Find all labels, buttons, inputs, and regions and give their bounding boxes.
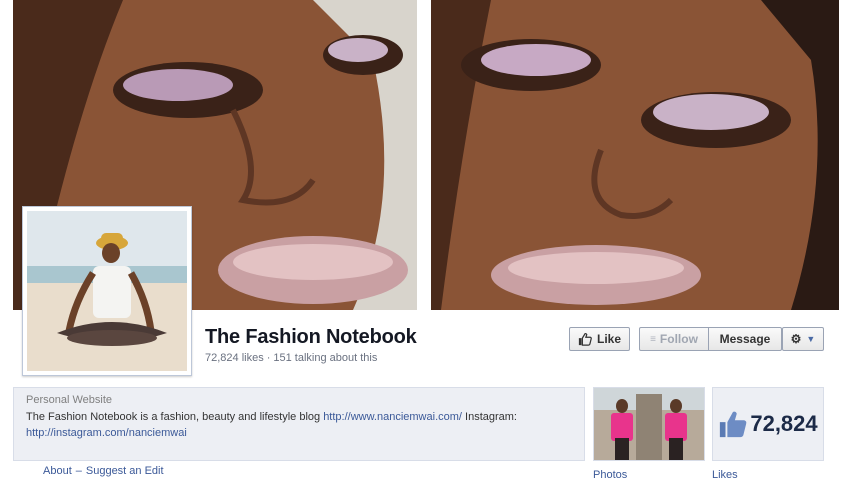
page-title[interactable]: The Fashion Notebook [205, 326, 417, 349]
gear-icon: ⚙ [790, 332, 802, 346]
rss-icon: ≡ [650, 333, 656, 345]
talking-count: 151 talking about this [273, 352, 378, 364]
stats-separator: · [266, 352, 271, 364]
caret-down-icon: ▼ [806, 334, 816, 344]
about-box: Personal Website The Fashion Notebook is… [13, 387, 585, 461]
cover-photo-right [431, 0, 839, 310]
like-button-label: Like [596, 332, 621, 346]
instagram-link[interactable]: http://instagram.com/nanciemwai [26, 427, 187, 439]
like-button[interactable]: Like [569, 327, 630, 351]
follow-button[interactable]: ≡ Follow [639, 327, 709, 351]
likes-count: 72,824 likes [205, 352, 264, 364]
likes-tile-label[interactable]: Likes [712, 469, 738, 481]
photos-tile-label[interactable]: Photos [593, 469, 627, 481]
follow-button-label: Follow [659, 332, 698, 346]
likes-tile[interactable]: 72,824 [712, 387, 824, 461]
website-link[interactable]: http://www.nanciemwai.com/ [323, 411, 462, 423]
message-button[interactable]: Message [709, 327, 782, 351]
about-links: About – Suggest an Edit [43, 465, 164, 477]
page-stats: 72,824 likes · 151 talking about this [205, 352, 377, 364]
about-link[interactable]: About [43, 465, 72, 477]
about-category: Personal Website [26, 394, 113, 406]
about-text-middle: Instagram: [461, 411, 517, 423]
profile-picture[interactable] [22, 206, 192, 376]
thumbs-up-icon [578, 333, 592, 346]
about-description: The Fashion Notebook is a fashion, beaut… [26, 409, 572, 441]
photos-tile[interactable] [593, 387, 705, 461]
thumbs-up-icon [720, 411, 747, 438]
message-button-label: Message [719, 332, 771, 346]
likes-tile-count: 72,824 [750, 411, 818, 436]
settings-dropdown-button[interactable]: ⚙ ▼ [782, 327, 824, 351]
photos-thumbnail [594, 388, 704, 460]
suggest-edit-link[interactable]: Suggest an Edit [86, 465, 164, 477]
about-text-before: The Fashion Notebook is a fashion, beaut… [26, 411, 324, 423]
follow-message-group: ≡ Follow Message [639, 327, 782, 351]
about-links-separator: – [75, 465, 82, 477]
